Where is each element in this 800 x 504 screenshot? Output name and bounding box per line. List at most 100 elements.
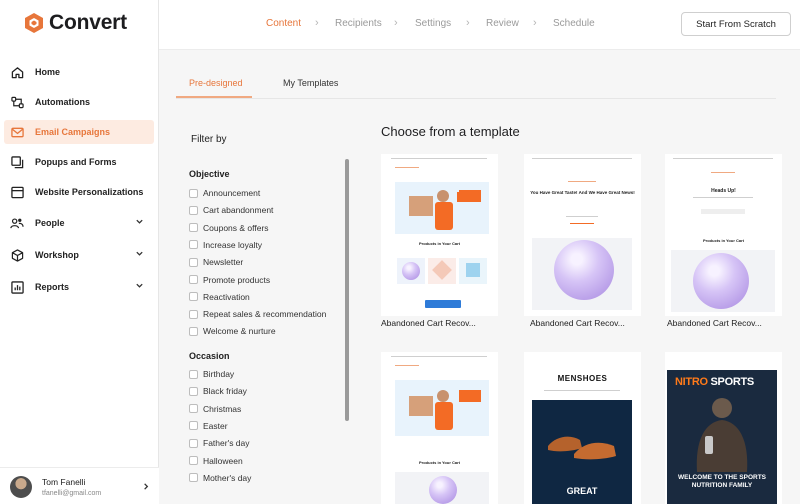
checkbox[interactable] xyxy=(189,309,198,319)
tab-my-templates[interactable]: My Templates xyxy=(283,78,338,88)
preview-products-text: Products in Your Cart xyxy=(419,241,460,246)
template-card[interactable]: You Have Great Taste! And We Have Great … xyxy=(524,154,641,316)
step-settings[interactable]: Settings xyxy=(415,18,451,29)
checkbox[interactable] xyxy=(189,421,198,431)
sidebar-item-email-campaigns[interactable]: Email Campaigns xyxy=(4,120,154,144)
template-card-name[interactable]: Abandoned Cart Recov... xyxy=(381,318,476,328)
filter-option-label: Christmas xyxy=(203,403,242,414)
preview-great-text: GREAT xyxy=(566,486,598,496)
tabs-divider xyxy=(176,98,776,99)
filter-option[interactable]: Cart abandonment xyxy=(189,204,273,216)
step-content[interactable]: Content xyxy=(266,18,301,29)
preview-hero xyxy=(395,380,489,436)
user-profile[interactable]: Tom Fanelli tfanelli@gmail.com xyxy=(0,467,159,504)
checkbox[interactable] xyxy=(189,326,198,336)
sidebar: Convert Home Automations Email Campaigns… xyxy=(0,0,159,504)
step-review[interactable]: Review xyxy=(486,18,519,29)
filter-option-label: Reactivation xyxy=(203,291,250,302)
preview-heads-up: Heads Up! xyxy=(711,188,736,194)
preview-product-tile xyxy=(397,258,425,284)
preview-sports-word: SPORTS xyxy=(710,376,755,388)
sidebar-item-workshop[interactable]: Workshop xyxy=(4,243,154,267)
filter-option[interactable]: Christmas xyxy=(189,403,241,415)
home-icon xyxy=(9,64,25,80)
template-card[interactable]: Products in Your Cart xyxy=(381,352,498,504)
filter-option[interactable]: Birthday xyxy=(189,368,234,380)
filter-option[interactable]: Announcement xyxy=(189,187,260,199)
filter-scrollbar[interactable] xyxy=(345,159,349,421)
filter-option[interactable]: Halloween xyxy=(189,455,243,467)
sidebar-item-reports[interactable]: Reports xyxy=(4,275,154,299)
checkbox[interactable] xyxy=(189,188,198,198)
checkbox[interactable] xyxy=(189,205,198,215)
filter-option-label: Announcement xyxy=(203,188,261,198)
filter-option[interactable]: Welcome & nurture xyxy=(189,325,276,337)
app-name: Convert xyxy=(49,11,127,34)
checkbox[interactable] xyxy=(189,257,198,267)
sidebar-item-people[interactable]: People xyxy=(4,211,154,235)
shoes-image xyxy=(548,436,616,460)
checkbox[interactable] xyxy=(189,386,198,396)
filter-option[interactable]: Coupons & offers xyxy=(189,222,269,234)
checkbox[interactable] xyxy=(189,473,198,483)
step-schedule[interactable]: Schedule xyxy=(553,18,595,29)
mail-icon xyxy=(9,124,25,140)
filter-option[interactable]: Black friday xyxy=(189,385,247,397)
tab-pre-designed[interactable]: Pre-designed xyxy=(189,78,243,88)
top-bar: Content › Recipients › Settings › Review… xyxy=(159,0,800,50)
sidebar-item-label: People xyxy=(35,218,65,228)
sidebar-item-label: Home xyxy=(35,67,61,77)
sidebar-item-home[interactable]: Home xyxy=(4,60,154,84)
checkbox[interactable] xyxy=(189,438,198,448)
sidebar-item-label: Automations xyxy=(35,97,90,107)
checkbox[interactable] xyxy=(189,240,198,250)
delivery-person-image xyxy=(409,190,463,230)
template-card-name[interactable]: Abandoned Cart Recov... xyxy=(530,318,625,328)
preview-sale-badge xyxy=(459,390,481,402)
filter-option[interactable]: Increase loyalty xyxy=(189,239,262,251)
preview-product-tile xyxy=(459,258,487,284)
sidebar-item-automations[interactable]: Automations xyxy=(4,90,154,114)
filter-section-occasion: Occasion xyxy=(189,351,230,361)
preview-headline: You Have Great Taste! And We Have Great … xyxy=(530,190,635,195)
filter-option[interactable]: Easter xyxy=(189,420,228,432)
template-card[interactable]: MENSHOES GREAT xyxy=(524,352,641,504)
template-card-name[interactable]: Abandoned Cart Recov... xyxy=(667,318,762,328)
filter-option[interactable]: Repeat sales & recommendation xyxy=(189,308,326,320)
checkbox[interactable] xyxy=(189,223,198,233)
preview-sphere xyxy=(693,253,749,309)
preview-nitro-logo: NITRO SPORTS xyxy=(675,376,754,388)
template-card[interactable]: NITRO SPORTS WELCOME TO THE SPORTS NUTRI… xyxy=(665,352,782,504)
checkbox[interactable] xyxy=(189,404,198,414)
filter-option[interactable]: Promote products xyxy=(189,274,270,286)
checkbox[interactable] xyxy=(189,456,198,465)
checkbox[interactable] xyxy=(189,369,198,379)
preview-logo xyxy=(568,181,596,182)
filter-option[interactable]: Newsletter xyxy=(189,256,243,268)
chevron-right-icon: › xyxy=(394,17,398,29)
automations-icon xyxy=(9,94,25,110)
preview-text-line xyxy=(566,216,598,217)
filter-title: Filter by xyxy=(191,134,227,145)
template-card[interactable]: Heads Up! Products in Your Cart xyxy=(665,154,782,316)
filter-option-label: Newsletter xyxy=(203,257,244,268)
preview-sale-badge xyxy=(459,190,481,202)
sidebar-item-popups-and-forms[interactable]: Popups and Forms xyxy=(4,150,154,174)
app-logo[interactable]: Convert xyxy=(24,11,127,35)
start-from-scratch-button[interactable]: Start From Scratch xyxy=(681,12,791,36)
template-card[interactable]: Products in Your Cart xyxy=(381,154,498,316)
filter-option[interactable]: Father's day xyxy=(189,437,250,449)
preview-sphere xyxy=(402,262,420,280)
delivery-person-image xyxy=(409,390,453,430)
step-recipients[interactable]: Recipients xyxy=(335,18,382,29)
checkbox[interactable] xyxy=(189,292,198,302)
sidebar-item-website-personalizations[interactable]: Website Personalizations xyxy=(4,180,154,204)
filter-option[interactable]: Reactivation xyxy=(189,291,250,303)
preview-header-line xyxy=(391,356,487,357)
filter-option-label: Easter xyxy=(203,420,228,431)
preview-product-shape xyxy=(466,263,480,277)
chevron-right-icon: › xyxy=(466,17,470,29)
filter-option-label: Promote products xyxy=(203,274,271,285)
filter-option[interactable]: Mother's day xyxy=(189,472,251,484)
checkbox[interactable] xyxy=(189,275,198,284)
